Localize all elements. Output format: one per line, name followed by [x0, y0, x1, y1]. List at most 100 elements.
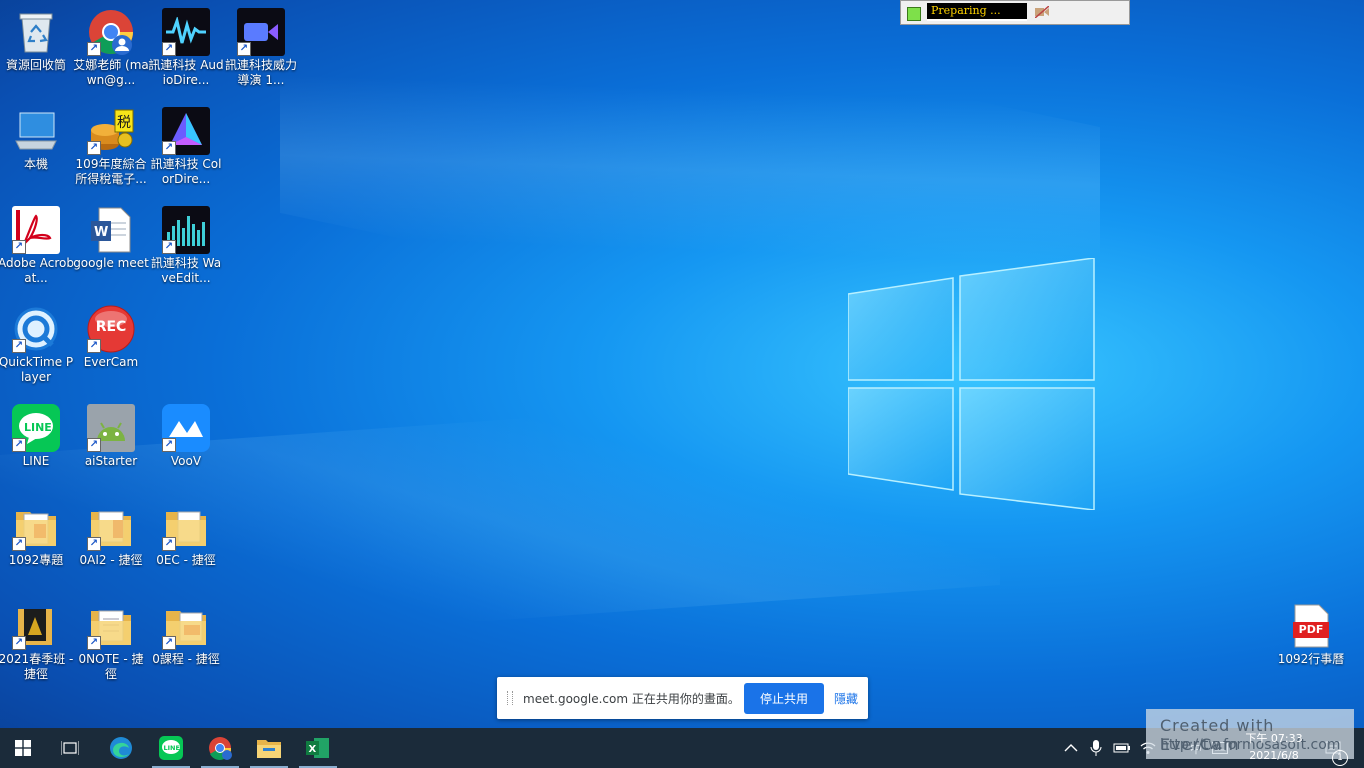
quicktime-icon: ↗	[12, 305, 60, 353]
svg-text:X: X	[309, 744, 317, 755]
shortcut-arrow-icon: ↗	[12, 537, 26, 551]
desktop-icon-aistarter[interactable]: ↗ aiStarter	[73, 404, 149, 469]
desktop-icon-this-pc[interactable]: 本機	[0, 107, 74, 172]
pdf-file-icon: PDF	[1287, 602, 1335, 650]
line-icon: LINE	[159, 736, 183, 760]
shortcut-arrow-icon: ↗	[162, 537, 176, 551]
icon-label: 訊連科技 WaveEdit...	[150, 256, 222, 285]
shortcut-arrow-icon: ↗	[87, 438, 101, 452]
battery-icon	[1113, 743, 1130, 753]
shortcut-arrow-icon: ↗	[12, 339, 26, 353]
notification-count-badge: 1	[1332, 750, 1348, 766]
icon-label: 0課程 - 捷徑	[152, 652, 220, 666]
shortcut-arrow-icon: ↗	[87, 141, 101, 155]
taskbar-excel[interactable]: X	[295, 728, 341, 768]
taskbar-chrome[interactable]	[197, 728, 243, 768]
desktop-icon-2021-spring[interactable]: ↗ 2021春季班 - 捷徑	[0, 602, 74, 682]
recycle-bin-icon	[12, 8, 60, 56]
chrome-icon: ↗	[87, 8, 135, 56]
drag-handle-icon[interactable]	[507, 691, 513, 705]
computer-icon	[12, 107, 60, 155]
icon-label: 艾娜老師 (mawn@g...	[73, 58, 149, 87]
camera-off-icon[interactable]	[1035, 6, 1049, 18]
chevron-up-icon	[1064, 744, 1078, 752]
shortcut-arrow-icon: ↗	[162, 240, 176, 254]
taskbar-edge[interactable]	[98, 728, 144, 768]
clock-time: 下午 07:33	[1245, 732, 1303, 745]
desktop-icon-adobe-acrobat[interactable]: ↗ Adobe Acrobat...	[0, 206, 74, 286]
icon-label: 109年度綜合所得稅電子...	[75, 157, 147, 186]
screen-share-banner: meet.google.com 正在共用你的畫面。 停止共用 隱藏	[497, 677, 868, 719]
taskbar-file-explorer[interactable]	[246, 728, 292, 768]
desktop-icon-0ec[interactable]: ↗ 0EC - 捷徑	[148, 503, 224, 568]
desktop-icon-powerdirector[interactable]: ↗ 訊連科技威力導演 1...	[223, 8, 299, 88]
voov-icon: ↗	[162, 404, 210, 452]
folder-icon: ↗	[12, 602, 60, 650]
icon-label: 1092行事曆	[1277, 652, 1345, 666]
desktop-icon-waveeditor[interactable]: ↗ 訊連科技 WaveEdit...	[148, 206, 224, 286]
desktop-icon-quicktime[interactable]: ↗ QuickTime Player	[0, 305, 74, 385]
icon-label: aiStarter	[84, 454, 138, 468]
desktop-icon-recycle-bin[interactable]: 資源回收筒	[0, 8, 74, 73]
icon-label: 訊連科技 ColorDire...	[150, 157, 222, 186]
microphone-icon	[1090, 740, 1102, 756]
desktop-icon-0ai2[interactable]: ↗ 0AI2 - 捷徑	[73, 503, 149, 568]
desktop-icon-colordirector[interactable]: ↗ 訊連科技 ColorDire...	[148, 107, 224, 187]
icon-label: 0AI2 - 捷徑	[79, 553, 143, 567]
desktop-icon-1092-project[interactable]: ↗ 1092專題	[0, 503, 74, 568]
desktop-icon-0note[interactable]: ↗ 0NOTE - 捷徑	[73, 602, 149, 682]
icon-label: 0EC - 捷徑	[156, 553, 216, 567]
desktop-icon-audiodirector[interactable]: ↗ 訊連科技 AudioDire...	[148, 8, 224, 88]
powerdirector-icon: ↗	[237, 8, 285, 56]
icon-label: LINE	[22, 454, 50, 468]
shortcut-arrow-icon: ↗	[12, 438, 26, 452]
taskbar-line[interactable]: LINE	[148, 728, 194, 768]
desktop-icon-voov[interactable]: ↗ VooV	[148, 404, 224, 469]
icon-label: VooV	[170, 454, 202, 468]
edge-icon	[110, 737, 132, 759]
rec-icon: REC ↗	[87, 305, 135, 353]
svg-text:税: 税	[117, 115, 131, 131]
desktop-icon-evercam[interactable]: REC ↗ EverCam	[73, 305, 149, 370]
start-button[interactable]	[0, 728, 46, 768]
shortcut-arrow-icon: ↗	[87, 339, 101, 353]
icon-label: 1092專題	[8, 553, 64, 567]
shortcut-arrow-icon: ↗	[162, 42, 176, 56]
icon-label: google meet	[73, 256, 149, 270]
desktop-icon-1092-calendar[interactable]: PDF 1092行事曆	[1273, 602, 1349, 667]
excel-icon: X	[306, 738, 329, 758]
recorder-status-text: Preparing ...	[927, 3, 1027, 21]
colordirector-icon: ↗	[162, 107, 210, 155]
icon-label: 2021春季班 - 捷徑	[0, 652, 74, 681]
shortcut-arrow-icon: ↗	[87, 636, 101, 650]
recorder-status-bar[interactable]: Preparing ...	[900, 0, 1130, 25]
task-view-button[interactable]	[47, 728, 93, 768]
shortcut-arrow-icon: ↗	[12, 636, 26, 650]
stop-sharing-button[interactable]: 停止共用	[744, 683, 824, 714]
task-view-icon	[61, 741, 79, 755]
tray-battery[interactable]	[1113, 728, 1131, 768]
desktop-icon-chrome-profile[interactable]: ↗ 艾娜老師 (mawn@g...	[73, 8, 149, 88]
svg-text:LINE: LINE	[24, 421, 52, 434]
clock-date: 2021/6/8	[1249, 749, 1299, 762]
shortcut-arrow-icon: ↗	[237, 42, 251, 56]
pdf-label: PDF	[1298, 623, 1324, 636]
share-message: meet.google.com 正在共用你的畫面。	[523, 692, 740, 706]
desktop-icon-google-meet[interactable]: W google meet	[73, 206, 149, 271]
desktop-icon-0course[interactable]: ↗ 0課程 - 捷徑	[148, 602, 224, 667]
icon-label: 資源回收筒	[5, 58, 66, 72]
rec-label: REC	[95, 319, 127, 335]
tray-microphone[interactable]	[1090, 728, 1102, 768]
desktop-icon-line[interactable]: LINE ↗ LINE	[0, 404, 74, 469]
desktop-icon-tax[interactable]: 税 ↗ 109年度綜合所得稅電子...	[73, 107, 149, 187]
icon-label: 0NOTE - 捷徑	[78, 652, 144, 681]
acrobat-icon: ↗	[12, 206, 60, 254]
windows-start-icon	[15, 740, 31, 756]
waveeditor-icon: ↗	[162, 206, 210, 254]
show-hidden-icons[interactable]	[1064, 728, 1078, 768]
shortcut-arrow-icon: ↗	[12, 240, 26, 254]
icon-label: QuickTime Player	[0, 355, 74, 384]
icon-label: Adobe Acrobat...	[0, 256, 74, 285]
taskbar-clock[interactable]: 下午 07:33 2021/6/8	[1244, 730, 1304, 764]
hide-link[interactable]: 隱藏	[834, 690, 858, 707]
